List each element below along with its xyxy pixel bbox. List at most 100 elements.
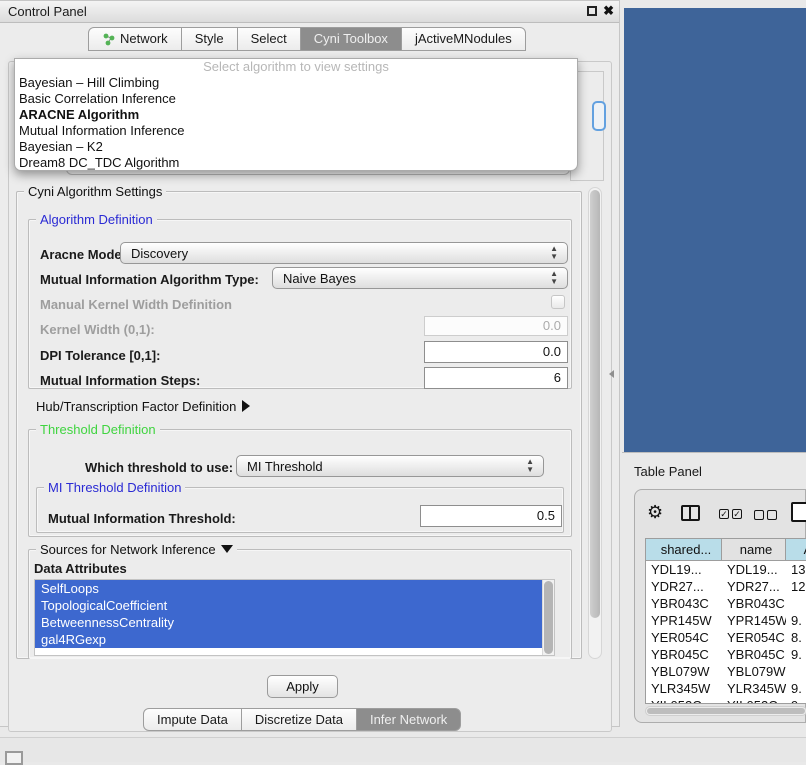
- table-cell: YPR145W: [646, 612, 722, 629]
- table-cell: 9.: [786, 646, 806, 663]
- aracne-mode-combobox[interactable]: Discovery ▲▼: [120, 242, 568, 264]
- tab-style[interactable]: Style: [181, 27, 238, 51]
- close-icon[interactable]: ✖: [603, 3, 614, 19]
- attributes-scrollbar[interactable]: [542, 580, 554, 655]
- table-cell: [786, 663, 806, 680]
- tab-jactivemnodules[interactable]: jActiveMNodules: [401, 27, 526, 51]
- manual-kernel-label: Manual Kernel Width Definition: [40, 297, 232, 312]
- dpi-tolerance-field[interactable]: 0.0: [424, 341, 568, 363]
- collapse-down-icon: [221, 545, 233, 553]
- mi-threshold-field[interactable]: 0.5: [420, 505, 562, 527]
- algorithm-combobox-focus-edge[interactable]: [592, 101, 606, 131]
- attribute-item[interactable]: BetweennessCentrality: [35, 614, 542, 631]
- tab-discretize-data[interactable]: Discretize Data: [241, 708, 357, 731]
- dpi-tolerance-label: DPI Tolerance [0,1]:: [40, 348, 160, 363]
- table-header[interactable]: shared... name A: [646, 539, 806, 561]
- control-panel-title: Control Panel: [8, 4, 87, 19]
- table-row[interactable]: YDR27...YDR27...12: [646, 578, 806, 595]
- table-cell: 13: [786, 561, 806, 578]
- apply-button[interactable]: Apply: [267, 675, 338, 698]
- mi-type-combobox[interactable]: Naive Bayes ▲▼: [272, 267, 568, 289]
- table-cell: YDL19...: [646, 561, 722, 578]
- table-cell: 8.: [786, 629, 806, 646]
- algorithm-option[interactable]: Dream8 DC_TDC Algorithm: [15, 155, 577, 171]
- tab-impute-data[interactable]: Impute Data: [143, 708, 242, 731]
- algorithm-option[interactable]: Bayesian – Hill Climbing: [15, 75, 577, 91]
- scrollbar-thumb[interactable]: [647, 708, 805, 714]
- mi-steps-label: Mutual Information Steps:: [40, 373, 200, 388]
- threshold-definition-title: Threshold Definition: [36, 422, 160, 437]
- table-panel-title: Table Panel: [634, 464, 702, 479]
- table-row[interactable]: YBL079WYBL079W: [646, 663, 806, 680]
- spinner-arrows-icon: ▲▼: [526, 458, 534, 474]
- gear-icon[interactable]: ⚙: [647, 502, 663, 523]
- tab-infer-network[interactable]: Infer Network: [356, 708, 461, 731]
- expand-right-icon: [242, 400, 250, 412]
- tab-label: Select: [251, 28, 287, 50]
- sources-group-title[interactable]: Sources for Network Inference: [36, 542, 237, 557]
- control-panel-tabs: NetworkStyle Select Cyni ToolboxjActiveMNo…: [88, 27, 526, 51]
- table-cell: YBL079W: [646, 663, 722, 680]
- algorithm-option[interactable]: ARACNE Algorithm: [15, 107, 577, 123]
- scrollbar-thumb[interactable]: [590, 190, 600, 618]
- tab-cyni-toolbox[interactable]: Cyni Toolbox: [300, 27, 402, 51]
- column-header-cut[interactable]: A: [786, 539, 806, 561]
- mi-threshold-group-title: MI Threshold Definition: [44, 480, 185, 495]
- algorithm-option[interactable]: Mutual Information Inference: [15, 123, 577, 139]
- table-row[interactable]: YBR045CYBR045C9.: [646, 646, 806, 663]
- table-cell: YLR345W: [722, 680, 786, 697]
- kernel-width-label: Kernel Width (0,1):: [40, 322, 155, 337]
- table-row[interactable]: YIL052CYIL052C9: [646, 697, 806, 704]
- columns-icon[interactable]: [681, 505, 700, 521]
- aracne-mode-label: Aracne Mode:: [40, 247, 126, 262]
- which-threshold-combobox[interactable]: MI Threshold ▲▼: [236, 455, 544, 477]
- control-panel-titlebar[interactable]: Control Panel ✖: [0, 1, 619, 23]
- attribute-item[interactable]: SelfLoops: [35, 580, 542, 597]
- table-row[interactable]: YLR345WYLR345W9.: [646, 680, 806, 697]
- select-all-checks-icon[interactable]: ✓✓: [719, 509, 742, 519]
- table-cell: YDL19...: [722, 561, 786, 578]
- tab-network[interactable]: Network: [88, 27, 182, 51]
- panel-splitter-handle[interactable]: [609, 370, 614, 378]
- table-cell: YIL052C: [722, 697, 786, 704]
- table-cell: 9.: [786, 680, 806, 697]
- node-table[interactable]: shared... name A YDL19...YDL19...13YDR27…: [645, 538, 806, 704]
- data-attributes-list[interactable]: SelfLoopsTopologicalCoefficientBetweenne…: [34, 579, 555, 656]
- attribute-item[interactable]: TopologicalCoefficient: [35, 597, 542, 614]
- table-cell: 12: [786, 578, 806, 595]
- column-header-name[interactable]: name: [722, 539, 786, 561]
- float-window-icon[interactable]: [587, 6, 597, 16]
- desktop-background: GALGAL80GAL10GAL1GAL11SWI4GAL4GCY1HAP4YH…: [624, 8, 806, 452]
- kernel-width-field[interactable]: 0.0: [424, 316, 568, 336]
- spinner-arrows-icon: ▲▼: [550, 270, 558, 286]
- algorithm-definition-title: Algorithm Definition: [36, 212, 157, 227]
- table-panel: Table Panel ⚙ ✓✓ shared... name A YDL19.…: [622, 452, 806, 762]
- tab-select[interactable]: Select: [237, 27, 301, 51]
- attribute-item[interactable]: gal4RGexp: [35, 631, 542, 648]
- mi-type-label: Mutual Information Algorithm Type:: [40, 272, 259, 287]
- table-horizontal-scrollbar[interactable]: [645, 706, 806, 716]
- table-cell: YLR345W: [646, 680, 722, 697]
- clear-all-checks-icon[interactable]: [754, 510, 777, 520]
- table-row[interactable]: YDL19...YDL19...13: [646, 561, 806, 578]
- column-header-shared-name[interactable]: shared...: [646, 539, 722, 561]
- which-threshold-value: MI Threshold: [247, 459, 323, 474]
- mi-steps-field[interactable]: 6: [424, 367, 568, 389]
- minimized-panel-icon[interactable]: [5, 751, 23, 765]
- settings-vertical-scrollbar[interactable]: [588, 187, 602, 659]
- algorithm-option[interactable]: Basic Correlation Inference: [15, 91, 577, 107]
- which-threshold-label: Which threshold to use:: [85, 460, 233, 475]
- table-row[interactable]: YER054CYER054C8.: [646, 629, 806, 646]
- dropdown-placeholder: Select algorithm to view settings: [15, 59, 577, 75]
- algorithm-option[interactable]: Bayesian – K2: [15, 139, 577, 155]
- table-row[interactable]: YPR145WYPR145W9.: [646, 612, 806, 629]
- manual-kernel-checkbox[interactable]: [551, 295, 565, 309]
- table-cell: YDR27...: [646, 578, 722, 595]
- table-panel-body: ⚙ ✓✓ shared... name A YDL19...YDL19...13…: [634, 489, 806, 723]
- hub-definition-toggle[interactable]: Hub/Transcription Factor Definition: [36, 399, 250, 414]
- scrollbar-thumb[interactable]: [544, 581, 553, 654]
- table-cell: [786, 595, 806, 612]
- export-table-icon[interactable]: [791, 502, 806, 522]
- table-row[interactable]: YBR043CYBR043C: [646, 595, 806, 612]
- sources-title-text: Sources for Network Inference: [40, 542, 216, 557]
